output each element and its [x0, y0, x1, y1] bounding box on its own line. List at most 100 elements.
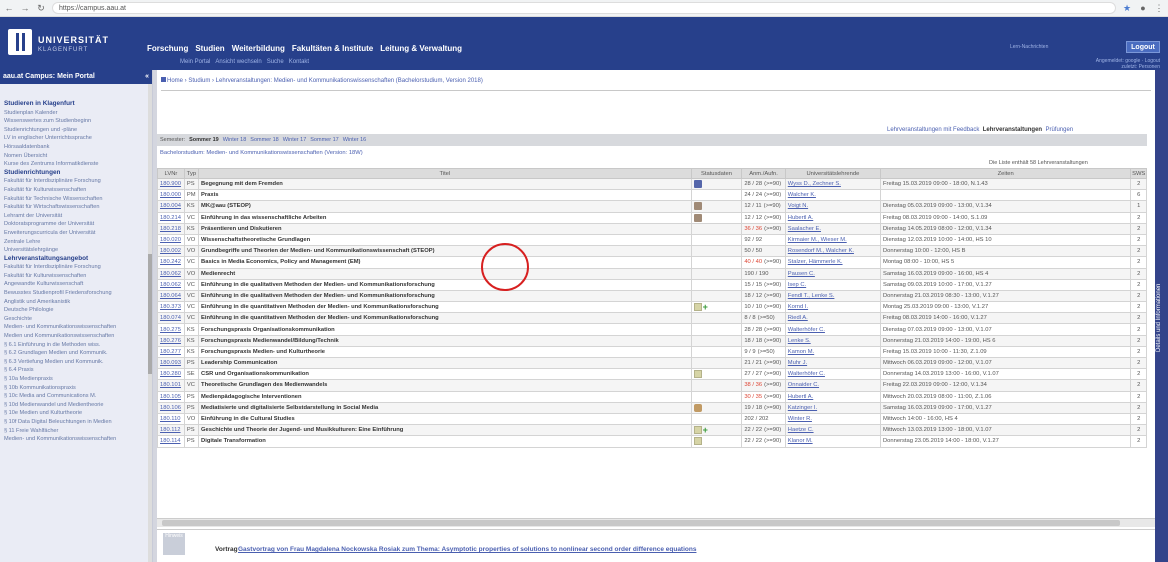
- subnav-kontakt[interactable]: Kontakt: [289, 59, 309, 65]
- lecturer-link[interactable]: Pausen C.: [784, 267, 881, 280]
- col-zeiten[interactable]: Zeiten: [879, 168, 1132, 179]
- lecturer-link[interactable]: Kornd I.: [784, 301, 881, 314]
- package-icon[interactable]: [693, 202, 702, 211]
- lecturer-link[interactable]: Lenke S.: [784, 334, 881, 347]
- sidebar-item[interactable]: Fakultät für Technische Wissenschaften: [4, 195, 150, 204]
- course-number-link[interactable]: 180.020: [157, 233, 185, 247]
- subnav-mein-portal[interactable]: Mein Portal: [180, 59, 210, 65]
- sidebar-item[interactable]: Fakultät für Kulturwissenschaften: [4, 186, 150, 195]
- course-title[interactable]: CSR und Organisationskommunikation: [198, 368, 692, 381]
- semester-sommer-18[interactable]: Sommer 18: [250, 137, 278, 143]
- lecturer-link[interactable]: Hubertl A.: [784, 390, 881, 403]
- course-title[interactable]: Einführung in die quantitativen Methoden…: [198, 312, 692, 325]
- sidebar-item[interactable]: Nomen Übersicht: [4, 152, 150, 161]
- course-number-link[interactable]: 180.214: [157, 211, 185, 224]
- sidebar-item[interactable]: Bewusstes Studienprofil Friedensforschun…: [4, 289, 150, 298]
- package-icon[interactable]: [693, 213, 702, 222]
- course-number-link[interactable]: 180.275: [157, 323, 185, 336]
- course-title[interactable]: Grundbegriffe und Theorien der Medien- u…: [198, 245, 692, 258]
- course-title[interactable]: Forschungspraxis Medienwandel/Bildung/Te…: [198, 334, 692, 347]
- forward-icon[interactable]: →: [20, 3, 30, 13]
- col-lvnr[interactable]: LVNr: [157, 168, 185, 179]
- horizontal-scrollbar[interactable]: [157, 518, 1155, 527]
- course-number-link[interactable]: 180.218: [157, 222, 185, 235]
- sidebar-item[interactable]: § 10c Media and Communications M.: [4, 392, 150, 401]
- course-number-link[interactable]: 180.106: [157, 401, 185, 414]
- sidebar-item[interactable]: Studienrichtungen: [4, 169, 150, 178]
- col-sws[interactable]: SWS: [1130, 168, 1147, 179]
- course-number-link[interactable]: 180.900: [157, 177, 185, 191]
- sidebar-item[interactable]: § 10a Medienpraxis: [4, 375, 150, 384]
- course-number-link[interactable]: 180.105: [157, 390, 185, 403]
- sidebar-collapse-icon[interactable]: «: [145, 70, 149, 84]
- sidebar-item[interactable]: § 6.3 Vertiefung Medien und Kommunik.: [4, 358, 150, 367]
- course-number-link[interactable]: 180.110: [157, 412, 185, 426]
- course-title[interactable]: Medienrecht: [198, 267, 692, 280]
- course-title[interactable]: Einführung in die qualitativen Methoden …: [198, 289, 692, 303]
- col-anmeldung[interactable]: Anm./Aufn.: [741, 168, 786, 179]
- course-title[interactable]: Geschichte und Theorie der Jugend- und M…: [198, 424, 692, 437]
- semester-winter-16[interactable]: Winter 16: [343, 137, 367, 143]
- hand-icon[interactable]: [693, 403, 702, 412]
- lecturer-link[interactable]: Onnaider C.: [784, 379, 881, 392]
- sidebar-item[interactable]: Geschichte: [4, 315, 150, 324]
- semester-winter-18[interactable]: Winter 18: [223, 137, 247, 143]
- course-title[interactable]: Wissenschaftstheoretische Grundlagen: [198, 233, 692, 247]
- course-number-link[interactable]: 180.062: [157, 267, 185, 280]
- document-icon[interactable]: [693, 370, 702, 379]
- document-icon[interactable]: [693, 303, 702, 312]
- sidebar-item[interactable]: § 11 Freie Wahlfächer: [4, 427, 150, 436]
- course-title[interactable]: Begegnung mit dem Fremden: [198, 177, 692, 191]
- sidebar-item[interactable]: Hörsaaldatenbank: [4, 143, 150, 152]
- course-title[interactable]: Einführung in die quantitativen Methoden…: [198, 301, 692, 314]
- sidebar-item[interactable]: Studienplan Kalender: [4, 109, 150, 118]
- back-icon[interactable]: ←: [4, 3, 14, 13]
- address-bar[interactable]: https://campus.aau.at: [52, 2, 1116, 14]
- sidebar-item[interactable]: § 6.1 Einführung in die Methoden wiss.: [4, 341, 150, 350]
- logout-button[interactable]: Logout: [1126, 41, 1160, 53]
- col-lehrende[interactable]: Universitätslehrende: [784, 168, 881, 179]
- document-icon[interactable]: [693, 426, 702, 435]
- course-number-link[interactable]: 180.280: [157, 368, 185, 381]
- document-icon[interactable]: [693, 437, 702, 446]
- course-number-link[interactable]: 180.002: [157, 245, 185, 258]
- col-titel[interactable]: Titel: [198, 168, 692, 179]
- sidebar-item[interactable]: § 10d Medienwandel und Medientheorie: [4, 401, 150, 410]
- lecturer-link[interactable]: Saalacher E.: [784, 222, 881, 235]
- sidebar-item[interactable]: § 10f Data Digital Beleuchtungen in Medi…: [4, 418, 150, 427]
- lecturer-link[interactable]: Wyss D., Zechner S.: [784, 177, 881, 191]
- course-number-link[interactable]: 180.373: [157, 301, 185, 314]
- subnav-suche[interactable]: Suche: [267, 59, 284, 65]
- subnav-ansicht[interactable]: Ansicht wechseln: [215, 59, 261, 65]
- col-status[interactable]: Statusdaten: [690, 168, 743, 179]
- breadcrumb-text[interactable]: Home › Studium › Lehrveranstaltungen: Me…: [167, 78, 483, 84]
- sidebar-item[interactable]: Anglistik und Amerikanistik: [4, 298, 150, 307]
- top-right-link[interactable]: Lern-Nachrichten: [1010, 44, 1048, 50]
- course-title[interactable]: Einführung in die Cultural Studies: [198, 412, 692, 426]
- sidebar-item[interactable]: Deutsche Philologie: [4, 306, 150, 315]
- col-typ[interactable]: Typ: [183, 168, 200, 179]
- home-icon[interactable]: [161, 77, 166, 82]
- sidebar-item[interactable]: Studieren in Klagenfurt: [4, 100, 150, 109]
- book-icon[interactable]: [693, 180, 702, 189]
- bookmark-star-icon[interactable]: ★: [1122, 3, 1132, 13]
- lecturer-link[interactable]: Muhr J.: [784, 356, 881, 370]
- sidebar-item[interactable]: Zentrale Lehre: [4, 238, 150, 247]
- sidebar-item[interactable]: § 6.4 Praxis: [4, 366, 150, 375]
- course-number-link[interactable]: 180.114: [157, 435, 185, 448]
- nav-weiterbildung[interactable]: Weiterbildung: [232, 44, 285, 53]
- semester-sommer-19[interactable]: Sommer 19: [189, 137, 219, 143]
- nav-studien[interactable]: Studien: [195, 44, 224, 53]
- sidebar-item[interactable]: Lehramt der Universität: [4, 212, 150, 221]
- course-number-link[interactable]: 180.062: [157, 278, 185, 291]
- course-number-link[interactable]: 180.112: [157, 424, 185, 437]
- nav-leitung[interactable]: Leitung & Verwaltung: [380, 44, 462, 53]
- nav-forschung[interactable]: Forschung: [147, 44, 188, 53]
- lecturer-link[interactable]: Walterhöfer C.: [784, 323, 881, 336]
- university-logo[interactable]: UNIVERSITÄT KLAGENFURT: [8, 29, 140, 59]
- lecturer-link[interactable]: Walcher K.: [784, 189, 881, 202]
- lecturer-link[interactable]: Stalzer, Hämmerle K.: [784, 256, 881, 269]
- sidebar-item[interactable]: Medien- und Kommunikationswissenschaften: [4, 435, 150, 444]
- tab-feedback[interactable]: Lehrveranstaltungen mit Feedback: [887, 127, 979, 133]
- sidebar-item[interactable]: Doktoratsprogramme der Universität: [4, 220, 150, 229]
